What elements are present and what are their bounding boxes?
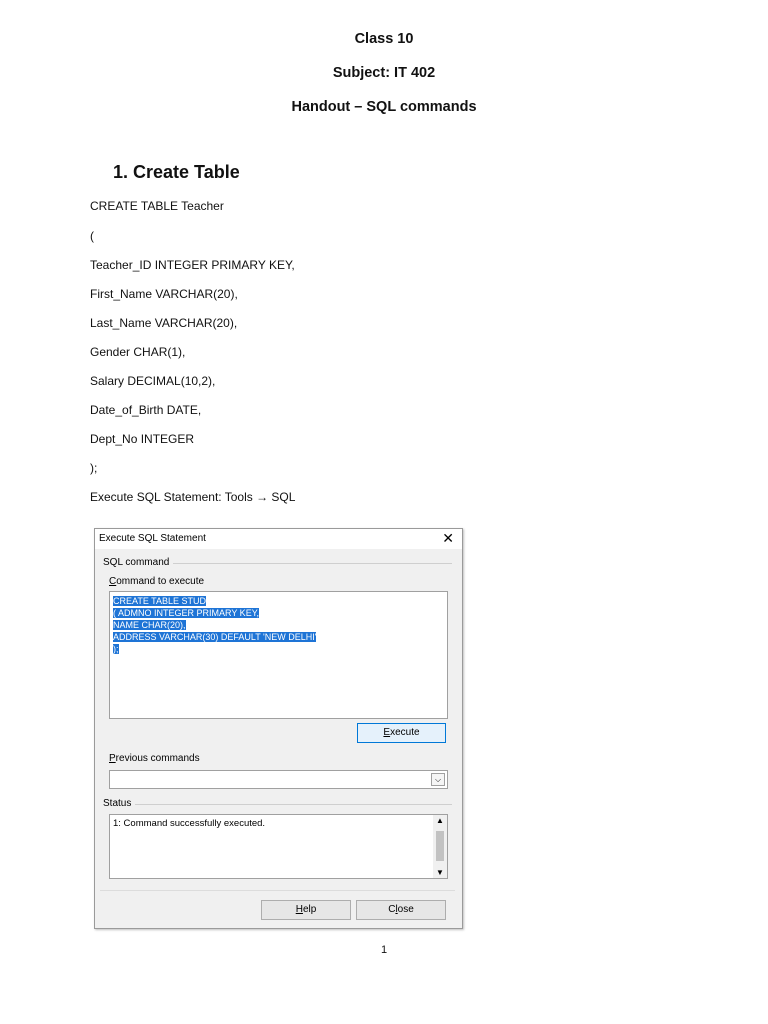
status-message: 1: Command successfully executed. (113, 818, 266, 829)
sql-command-text: CREATE TABLE STUD ( ADMNO INTEGER PRIMAR… (113, 595, 317, 655)
close-icon[interactable]: ✕ (442, 530, 454, 546)
status-scrollbar[interactable]: ▲ ▼ (433, 815, 447, 878)
code-line: Teacher_ID INTEGER PRIMARY KEY, (90, 258, 295, 272)
doc-class-heading: Class 10 (354, 31, 414, 47)
code-line: ); (90, 461, 98, 475)
code-line: Gender CHAR(1), (90, 345, 186, 359)
previous-commands-label: Previous commands (109, 753, 200, 764)
close-button[interactable]: Close (356, 900, 446, 920)
label-rest: ommand to execute (116, 576, 205, 587)
scroll-down-icon[interactable]: ▼ (433, 868, 447, 877)
sql-line: NAME CHAR(20), (113, 620, 186, 630)
dialog-titlebar[interactable]: Execute SQL Statement ✕ (95, 529, 462, 549)
command-textarea[interactable]: CREATE TABLE STUD ( ADMNO INTEGER PRIMAR… (109, 591, 448, 719)
status-textarea[interactable]: 1: Command successfully executed. ▲ ▼ (109, 814, 448, 879)
instruction-line: Execute SQL Statement: Tools → SQL (90, 490, 296, 504)
footer-divider (100, 890, 455, 891)
help-button[interactable]: Help (261, 900, 351, 920)
command-to-execute-label: Command to execute (109, 576, 204, 587)
execute-sql-dialog: Execute SQL Statement ✕ SQL command Comm… (94, 528, 463, 929)
page-number: 1 (380, 944, 388, 956)
sql-command-group-label: SQL command (103, 557, 174, 568)
sql-line: ); (113, 644, 119, 654)
sql-line: ( ADMNO INTEGER PRIMARY KEY, (113, 608, 260, 618)
sql-line: CREATE TABLE STUD (113, 596, 207, 606)
code-line: Dept_No INTEGER (90, 432, 195, 446)
chevron-down-icon[interactable]: ⌵ (431, 773, 445, 786)
previous-commands-dropdown[interactable]: ⌵ (109, 770, 448, 789)
code-line: CREATE TABLE Teacher (90, 199, 224, 213)
scroll-up-icon[interactable]: ▲ (433, 816, 447, 825)
status-group-label: Status (103, 798, 136, 809)
group-divider (103, 804, 452, 805)
button-label-rest: elp (302, 904, 317, 915)
button-label-rest: xecute (390, 727, 420, 738)
doc-handout-heading: Handout – SQL commands (291, 99, 477, 115)
code-line: Salary DECIMAL(10,2), (90, 374, 216, 388)
accel-letter: P (109, 753, 116, 764)
accel-letter: H (295, 904, 303, 915)
button-label-rest: ose (397, 904, 414, 915)
execute-button[interactable]: Execute (357, 723, 446, 743)
dialog-title: Execute SQL Statement (99, 533, 206, 544)
code-line: First_Name VARCHAR(20), (90, 287, 238, 301)
doc-subject-heading: Subject: IT 402 (332, 65, 436, 81)
code-line: Last_Name VARCHAR(20), (90, 316, 238, 330)
label-rest: revious commands (115, 753, 200, 764)
code-line: ( (90, 229, 94, 243)
sql-line: ADDRESS VARCHAR(30) DEFAULT 'NEW DELHI' (113, 632, 317, 642)
code-line: Date_of_Birth DATE, (90, 403, 202, 417)
scroll-thumb[interactable] (436, 831, 444, 861)
section-title: 1. Create Table (113, 162, 240, 182)
